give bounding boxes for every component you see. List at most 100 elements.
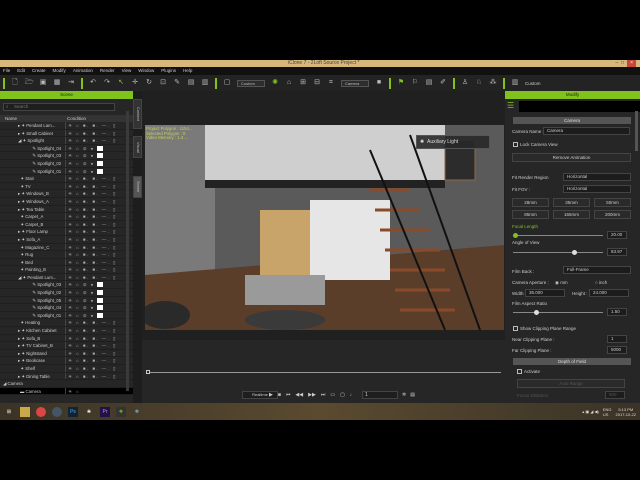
tab-visual[interactable]: Visual <box>133 136 142 158</box>
tree-item[interactable]: ✦ Carpet_A ☀ ⌂ ■. ■. —. ▯ <box>0 213 133 221</box>
camera-name-field[interactable]: Camera <box>543 127 630 135</box>
tab-scene[interactable]: Scene <box>133 176 142 198</box>
snap-icon[interactable]: ▥ <box>201 79 209 87</box>
last-frame-icon[interactable]: ⏭ <box>321 391 326 399</box>
condition-icons[interactable]: ☀ ⌂ ■. ■. —. ▯ <box>65 235 133 243</box>
menu-view[interactable]: View <box>122 67 132 75</box>
condition-icons[interactable]: ☀ ⌂ ■. ■. —. ▯ <box>65 273 133 281</box>
condition-icons[interactable]: ☀ ⌂ ■. ■. —. ▯ <box>65 327 133 334</box>
align-icon[interactable]: ▤ <box>187 79 195 87</box>
tree-item[interactable]: ✦ Magazine_C ☀ ⌂ ■. ■. —. ▯ <box>0 243 133 252</box>
tree-item[interactable]: ◢ ✦ Pendant Lum... ☀ ⌂ ■. ■. —. ▯ <box>0 273 133 282</box>
focal-length-slider[interactable] <box>512 233 603 238</box>
tree-scrollbar[interactable] <box>126 111 129 391</box>
menu-plugins[interactable]: Plugins <box>161 67 176 75</box>
tree-item[interactable]: ▸ ✦ Small Cabinet ☀ ⌂ ■. ■. —. ▯ <box>0 129 133 138</box>
lens-165mm-button[interactable]: 165mm <box>553 210 590 219</box>
width-field[interactable]: 35.000 <box>525 289 565 297</box>
motion-icon[interactable]: ⚑ <box>397 79 405 87</box>
expand-icon[interactable]: ▸ <box>18 374 20 379</box>
condition-icons[interactable]: ☀ ⌂ ■. ■. —. ▯ <box>65 349 133 357</box>
chrome-icon[interactable] <box>36 406 46 417</box>
condition-icons[interactable]: ☀ ⌂ ⊘ ● <box>65 289 133 296</box>
save-icon[interactable]: ▣ <box>39 79 47 87</box>
photoshop-icon[interactable]: Ps <box>68 406 78 417</box>
start-icon[interactable]: ⊞ <box>4 407 14 417</box>
move-icon[interactable]: ✛ <box>131 79 139 87</box>
scale-icon[interactable]: ⊡ <box>159 79 167 87</box>
menu-edit[interactable]: Edit <box>17 67 25 75</box>
condition-icons[interactable]: ☀ ⌂ ■. ■. —. ▯ <box>65 137 133 144</box>
timeline-track[interactable] <box>147 372 501 373</box>
zoom-extent-icon[interactable]: ⊟ <box>313 79 321 87</box>
expand-icon[interactable]: ▸ <box>18 229 20 234</box>
premiere-icon[interactable]: Pr <box>100 406 110 417</box>
menu-window[interactable]: Window <box>138 67 154 75</box>
loop-icon[interactable]: ▭ <box>330 391 335 399</box>
condition-icons[interactable]: ☀ ⌂ ⊘ ● <box>65 159 133 167</box>
expand-icon[interactable]: ▸ <box>18 336 20 341</box>
near-clip-field[interactable]: 1 <box>607 335 627 343</box>
condition-icons[interactable]: ☀ ⌂ ■. ■. —. ▯ <box>65 228 133 235</box>
tree-item[interactable]: ▸ ✦ TV Cabinet_B ☀ ⌂ ■. ■. —. ▯ <box>0 342 133 350</box>
tray-icons[interactable]: ▴ ▣ ◢ ◀) <box>582 409 599 414</box>
tree-item-camera[interactable]: ▬ Camera ☀ ⌂ <box>0 387 133 396</box>
tree-item[interactable]: ✎ Spotlight_03 ☀ ⌂ ⊘ ● <box>0 281 133 290</box>
open-folder-icon[interactable]: 🗁 <box>25 79 34 87</box>
activate-dof-checkbox[interactable] <box>517 369 522 374</box>
aspect-field[interactable]: 1.50 <box>607 308 627 316</box>
angle-of-view-field[interactable]: 83.97 <box>607 248 627 256</box>
home-icon[interactable]: ⌂ <box>285 79 293 87</box>
angle-of-view-slider[interactable] <box>513 250 603 255</box>
condition-icons[interactable]: ☀ ⌂ ■. ■. —. ▯ <box>65 213 133 220</box>
iclone-icon[interactable]: ❖ <box>116 406 126 417</box>
condition-icons[interactable]: ☀ ⌂ ⊘ ● <box>65 304 133 311</box>
menu-file[interactable]: File <box>3 67 10 75</box>
lens-85mm-button[interactable]: 85mm <box>512 210 549 219</box>
redo-icon[interactable]: ↷ <box>103 79 111 87</box>
condition-icons[interactable]: ☀ ⌂ ⊘ ● <box>65 281 133 289</box>
condition-icons[interactable]: ☀ ⌂ ■. ■. —. ▯ <box>65 190 133 197</box>
3d-viewport[interactable] <box>145 125 504 330</box>
condition-icons[interactable]: ☀ ⌂ ⊘ ● <box>65 296 133 304</box>
export-icon[interactable]: ⇥ <box>67 79 75 87</box>
tree-item[interactable]: ▸ ✦ Dining Table ☀ ⌂ ■. ■. —. ▯ <box>0 372 133 381</box>
expand-icon[interactable]: ▸ <box>18 207 20 212</box>
inch-radio[interactable]: ○ inch <box>595 280 607 285</box>
auto-range-button[interactable]: Auto Range <box>517 379 625 388</box>
render-icon[interactable]: ▦ <box>53 79 61 87</box>
tree-item[interactable]: ▸ ✦ Floor Lamp ☀ ⌂ ■. ■. —. ▯ <box>0 228 133 236</box>
col-name[interactable]: Name <box>0 115 65 122</box>
camera-icon[interactable]: ■ <box>375 79 383 87</box>
tree-item[interactable]: ✦ Bed ☀ ⌂ ■. ■. —. ▯ <box>0 258 133 267</box>
file-explorer-icon[interactable] <box>20 406 30 417</box>
section-depth-of-field[interactable]: Depth of Field <box>513 358 631 365</box>
film-back-dropdown[interactable]: Full-Frame <box>563 266 631 274</box>
tree-item[interactable]: ▸ ✦ Sofa_A ☀ ⌂ ■. ■. —. ▯ <box>0 235 133 244</box>
tree-item[interactable]: ✎ Spotlight_03 ☀ ⌂ ⊘ ● <box>0 152 133 160</box>
lock-camera-checkbox[interactable] <box>513 142 518 147</box>
tree-item[interactable]: ▸ ✦ Bookcase ☀ ⌂ ■. ■. —. ▯ <box>0 357 133 365</box>
height-field[interactable]: 24.000 <box>589 289 629 297</box>
condition-icons[interactable]: ☀ ⌂ ■. ■. —. ▯ <box>65 243 133 251</box>
menu-render[interactable]: Render <box>100 67 115 75</box>
settings-icon[interactable]: ✲ <box>402 391 406 399</box>
expand-icon[interactable]: ▸ <box>18 351 20 356</box>
menu-animation[interactable]: Animation <box>73 67 93 75</box>
tree-item[interactable]: ✎ Spotlight_01 ☀ ⌂ ⊘ ● <box>0 167 133 176</box>
play-icon[interactable]: ▶ <box>269 391 273 399</box>
timeline-icon[interactable]: ▤ <box>425 79 433 87</box>
tree-item[interactable]: ◢ ✦ Spotlight ☀ ⌂ ■. ■. —. ▯ <box>0 137 133 145</box>
condition-icons[interactable]: ☀ ⌂ ■. ■. —. ▯ <box>65 334 133 342</box>
mm-radio[interactable]: ◉ mm <box>555 280 568 286</box>
condition-icons[interactable]: ☀ ⌂ ■. ■. —. ▯ <box>65 342 133 349</box>
audio-icon[interactable]: ♩ <box>350 391 355 399</box>
modify-scrollbar[interactable] <box>635 111 638 151</box>
close-button[interactable]: × <box>627 60 636 67</box>
tree-item[interactable]: ▸ ✦ Pendant Lam... ☀ ⌂ ■. ■. —. ▯ <box>0 122 133 130</box>
condition-icons[interactable]: ☀ ⌂ ■. ■. —. ▯ <box>65 175 133 182</box>
tree-item[interactable]: ✦ Painting_B ☀ ⌂ ■. ■. —. ▯ <box>0 266 133 274</box>
modify-tab-icon[interactable]: ☰ <box>507 101 517 111</box>
tree-item[interactable]: ✎ Spotlight_01 ☀ ⌂ ⊘ ● <box>0 311 133 320</box>
tree-item[interactable]: ✎ Spotlight_05 ☀ ⌂ ⊘ ● <box>0 296 133 305</box>
